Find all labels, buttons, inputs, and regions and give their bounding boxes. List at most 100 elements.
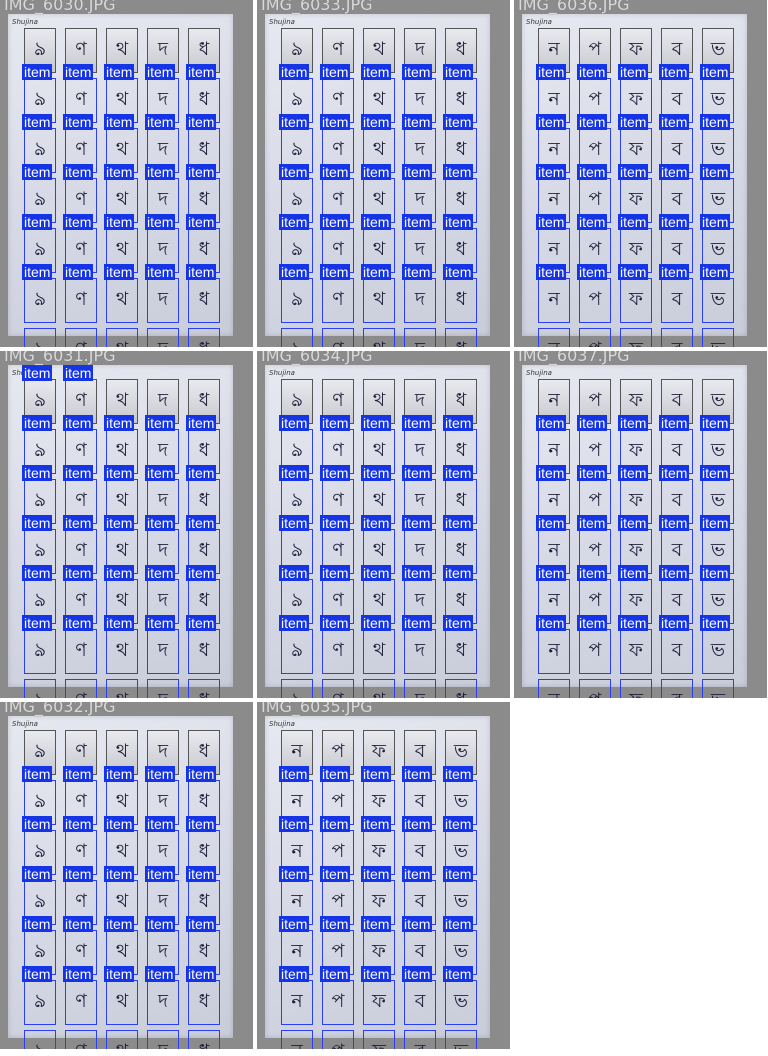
handwritten-glyph: ণ: [332, 388, 344, 411]
handwritten-glyph: ভ: [453, 739, 469, 762]
detection-label: item: [145, 966, 176, 982]
handwritten-glyph: ব: [671, 237, 683, 260]
detection-label: item: [320, 264, 351, 280]
handwritten-glyph: ফ: [621, 686, 651, 699]
detection-label: item: [659, 565, 690, 581]
handwritten-glyph: দ: [158, 488, 168, 511]
handwritten-glyph: ফ: [629, 237, 643, 260]
handwritten-glyph: ঌ: [291, 137, 303, 160]
detection-label: item: [320, 766, 351, 782]
image-tile[interactable]: Shujinaনপফবভনপফবভনপফবভনপফবভনপফবভনপফবভনপফ…: [514, 0, 767, 347]
handwritten-glyph: ন: [291, 939, 303, 962]
handwritten-glyph: থ: [107, 335, 137, 348]
handwritten-glyph: ফ: [629, 488, 643, 511]
detection-label: item: [536, 114, 567, 130]
image-tile[interactable]: Shujinaঌণথদধঌণথদধঌণথদধঌণথদধঌণথদধঌণথদধঌণথ…: [0, 702, 253, 1049]
handwritten-glyph: ণ: [75, 287, 87, 310]
detection-label: item: [700, 164, 731, 180]
detection-box: ণ: [65, 328, 97, 347]
writer-name: Shujina: [526, 369, 552, 377]
detection-label: item: [279, 816, 310, 832]
image-tile[interactable]: Shujinaনপফবভনপফবভনপফবভনপফবভনপফবভনপফবভনপফ…: [257, 702, 510, 1049]
image-tile[interactable]: Shujinaঌণথদধঌণথদধঌণথদধঌণথদধঌণথদধঌণথদধঌণথ…: [0, 351, 253, 698]
handwritten-glyph: থ: [107, 1037, 137, 1050]
detection-label: item: [279, 465, 310, 481]
handwritten-glyph: প: [588, 287, 602, 310]
detection-label: item: [63, 816, 94, 832]
image-tile[interactable]: Shujinaঌণথদধঌণথদধঌণথদধঌণথদধঌণথদধঌণথদধঌণথ…: [0, 0, 253, 347]
detection-label: item: [186, 565, 217, 581]
handwritten-glyph: ফ: [629, 87, 643, 110]
detection-box: থ: [106, 278, 138, 323]
handwritten-glyph: দ: [405, 686, 435, 699]
detection-label: item: [577, 565, 608, 581]
detection-box: দ: [147, 679, 179, 698]
detection-box: ফ: [620, 629, 652, 674]
handwritten-glyph: দ: [148, 335, 178, 348]
handwritten-glyph: ঌ: [291, 237, 303, 260]
detection-label: item: [186, 966, 217, 982]
detection-label: item: [279, 415, 310, 431]
detection-box: ধ: [445, 328, 477, 347]
detection-label: item: [443, 465, 474, 481]
handwritten-glyph: দ: [158, 839, 168, 862]
detection-label: item: [63, 64, 94, 80]
detection-label: item: [361, 866, 392, 882]
handwritten-glyph: প: [323, 1037, 353, 1050]
detection-box: ধ: [188, 328, 220, 347]
detection-label: item: [63, 214, 94, 230]
handwritten-glyph: ধ: [455, 137, 467, 160]
detection-label: item: [402, 415, 433, 431]
image-tile[interactable]: Shujinaঌণথদধঌণথদধঌণথদধঌণথদধঌণথদধঌণথদধঌণথ…: [257, 351, 510, 698]
handwritten-glyph: থ: [115, 237, 129, 260]
detection-label: item: [63, 164, 94, 180]
handwritten-glyph: ভ: [453, 839, 469, 862]
image-filename: IMG_6036.JPG: [518, 0, 630, 14]
detection-label: item: [618, 465, 649, 481]
detection-box: ধ: [188, 679, 220, 698]
detection-box: ভ: [445, 980, 477, 1025]
image-tile[interactable]: Shujinaঌণথদধঌণথদধঌণথদধঌণথদধঌণথদধঌণথদধঌণথ…: [257, 0, 510, 347]
handwritten-glyph: দ: [158, 538, 168, 561]
image-tile[interactable]: Shujinaনপফবভনপফবভনপফবভনপফবভনপফবভনপফবভনপফ…: [514, 351, 767, 698]
detection-box: ণ: [322, 278, 354, 323]
detection-label: item: [145, 465, 176, 481]
detection-label: item: [443, 916, 474, 932]
handwritten-glyph: দ: [415, 488, 425, 511]
detection-mosaic-page: { "title": "Handwritten character detect…: [0, 0, 768, 1056]
handwritten-glyph: থ: [115, 438, 129, 461]
handwritten-glyph: ব: [671, 388, 683, 411]
handwritten-glyph: ফ: [372, 789, 386, 812]
detection-label: item: [145, 615, 176, 631]
detection-label: item: [104, 114, 135, 130]
handwritten-glyph: ধ: [446, 335, 476, 348]
detection-label: item: [145, 515, 176, 531]
detection-label: item: [104, 415, 135, 431]
handwritten-glyph: ন: [548, 187, 560, 210]
handwritten-glyph: ধ: [455, 87, 467, 110]
detection-box: ণ: [322, 679, 354, 698]
detection-box: ভ: [445, 1030, 477, 1049]
detection-box: ঌ: [281, 328, 313, 347]
handwritten-glyph: ঌ: [34, 839, 46, 862]
detection-label: item: [104, 164, 135, 180]
handwritten-glyph: ঌ: [291, 87, 303, 110]
detection-label: item: [618, 565, 649, 581]
detection-label: item: [104, 816, 135, 832]
detection-label: item: [22, 515, 53, 531]
image-filename: IMG_6031.JPG: [4, 351, 116, 365]
detection-label: item: [104, 866, 135, 882]
handwritten-glyph: ণ: [75, 488, 87, 511]
detection-label: item: [22, 365, 53, 381]
detection-label: item: [22, 64, 53, 80]
detection-label: item: [320, 816, 351, 832]
writer-name: Shujina: [526, 18, 552, 26]
handwritten-glyph: ভ: [453, 889, 469, 912]
handwritten-glyph: দ: [158, 638, 168, 661]
detection-label: item: [279, 966, 310, 982]
handwritten-glyph: থ: [115, 989, 129, 1012]
detection-label: item: [22, 916, 53, 932]
handwritten-glyph: ন: [539, 335, 569, 348]
detection-label: item: [63, 615, 94, 631]
handwritten-glyph: ফ: [629, 538, 643, 561]
